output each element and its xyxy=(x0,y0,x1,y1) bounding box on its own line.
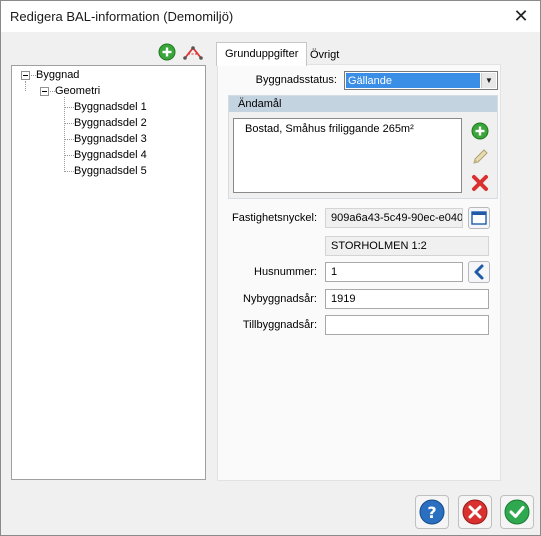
ok-button[interactable] xyxy=(500,495,534,529)
fastighetsnyckel-field[interactable]: 909a6a43-5c49-90ec-e040 xyxy=(325,208,463,228)
add-andamal-button[interactable] xyxy=(470,121,490,141)
husnummer-label: Husnummer: xyxy=(254,266,317,278)
tree-node-byggnadsdel[interactable]: Byggnadsdel 1 xyxy=(74,101,147,113)
tillbyggnadsar-field[interactable] xyxy=(325,315,489,335)
delete-andamal-button[interactable] xyxy=(470,173,490,193)
window-select-icon xyxy=(471,211,487,225)
collapse-icon[interactable] xyxy=(40,87,49,96)
byggnadsstatus-label: Byggnadsstatus: xyxy=(255,74,337,86)
building-tree[interactable]: Byggnad Geometri Byggnadsdel 1 Byggnadsd… xyxy=(11,65,206,480)
svg-text:?: ? xyxy=(427,503,436,522)
tab-grunduppgifter[interactable]: Grunduppgifter xyxy=(216,42,308,66)
husnummer-back-button[interactable] xyxy=(468,261,490,283)
split-building-icon xyxy=(183,46,203,60)
andamal-group: Ändamål Bostad, Småhus friliggande 265m² xyxy=(228,95,498,199)
tree-node-byggnadsdel[interactable]: Byggnadsdel 5 xyxy=(74,165,147,177)
add-node-button[interactable] xyxy=(156,41,178,63)
tree-node-byggnadsdel[interactable]: Byggnadsdel 3 xyxy=(74,133,147,145)
plus-circle-icon xyxy=(471,122,489,140)
list-item[interactable]: Bostad, Småhus friliggande 265m² xyxy=(245,123,461,135)
edit-andamal-button[interactable] xyxy=(470,147,490,167)
tree-node-byggnadsdel[interactable]: Byggnadsdel 2 xyxy=(74,117,147,129)
nybyggnadsar-field[interactable]: 1919 xyxy=(325,289,489,309)
plus-circle-icon xyxy=(158,43,176,61)
tree-node-byggnadsdel[interactable]: Byggnadsdel 4 xyxy=(74,149,147,161)
andamal-header: Ändamål xyxy=(229,96,497,112)
nybyggnadsar-label: Nybyggnadsår: xyxy=(243,293,317,305)
chevron-left-icon xyxy=(474,264,484,280)
dialog-window: Redigera BAL-information (Demomiljö) ✕ B… xyxy=(0,0,541,536)
cancel-button[interactable] xyxy=(458,495,492,529)
delete-x-icon xyxy=(472,175,488,191)
fastighet-name-field: STORHOLMEN 1:2 xyxy=(325,236,489,256)
help-button[interactable]: ? xyxy=(415,495,449,529)
split-building-button[interactable] xyxy=(182,41,204,63)
cancel-icon xyxy=(462,499,488,525)
pencil-icon xyxy=(473,149,488,164)
window-title: Redigera BAL-information (Demomiljö) xyxy=(10,9,234,24)
tree-node-byggnad[interactable]: Byggnad xyxy=(36,69,79,81)
fastighetsnyckel-label: Fastighetsnyckel: xyxy=(232,212,317,224)
collapse-icon[interactable] xyxy=(21,71,30,80)
tree-node-geometri[interactable]: Geometri xyxy=(55,85,100,97)
select-property-button[interactable] xyxy=(468,207,490,229)
andamal-list[interactable]: Bostad, Småhus friliggande 265m² xyxy=(233,118,462,193)
byggnadsstatus-value: Gällande xyxy=(346,73,480,88)
husnummer-field[interactable]: 1 xyxy=(325,262,463,282)
title-bar: Redigera BAL-information (Demomiljö) ✕ xyxy=(1,1,540,32)
chevron-down-icon[interactable]: ▼ xyxy=(481,73,496,88)
tab-ovrigt[interactable]: Övrigt xyxy=(302,44,347,65)
tillbyggnadsar-label: Tillbyggnadsår: xyxy=(242,319,317,331)
close-window-button[interactable]: ✕ xyxy=(510,5,532,27)
byggnadsstatus-select[interactable]: Gällande ▼ xyxy=(344,71,498,90)
help-icon: ? xyxy=(419,499,445,525)
checkmark-icon xyxy=(504,499,530,525)
